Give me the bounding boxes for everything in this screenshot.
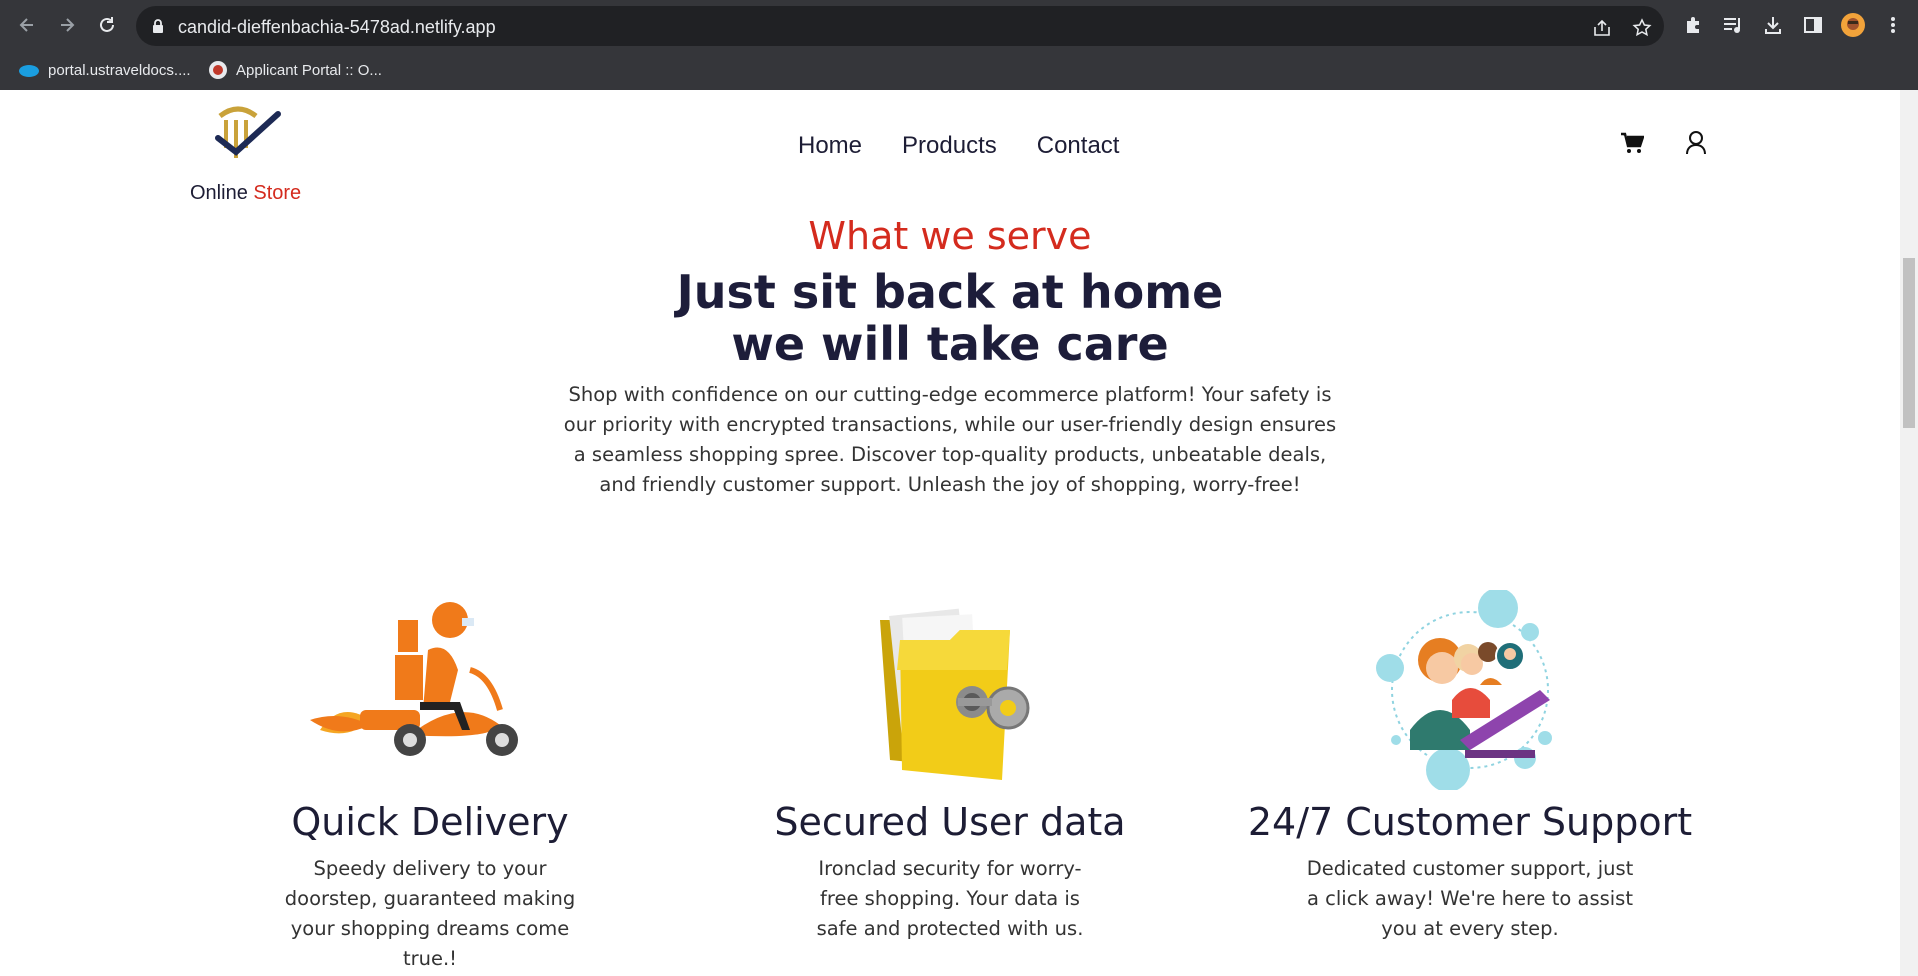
delivery-scooter-illustration — [170, 590, 690, 800]
feature-card-delivery: Quick Delivery Speedy delivery to your d… — [170, 590, 690, 974]
portal-seal-icon — [209, 61, 227, 79]
site-logo[interactable]: Online Store — [186, 102, 306, 204]
feature-text: Speedy delivery to your doorstep, guaran… — [284, 857, 576, 970]
bookmark-item[interactable]: Applicant Portal :: O... — [208, 58, 382, 82]
feature-title: 24/7 Customer Support — [1247, 800, 1693, 844]
page-headline: Just sit back at home we will take care — [676, 265, 1224, 371]
feature-text: Dedicated customer support, just a click… — [1306, 857, 1634, 940]
lock-icon — [152, 18, 164, 39]
feature-card-support: 24/7 Customer Support Dedicated customer… — [1210, 588, 1730, 944]
section-tag: What we serve — [808, 214, 1092, 258]
url-text: candid-dieffenbachia-5478ad.netlify.app — [178, 17, 496, 37]
feature-title: Secured User data — [774, 800, 1126, 844]
extensions-icon[interactable] — [1680, 12, 1706, 38]
download-icon[interactable] — [1760, 12, 1786, 38]
share-icon[interactable] — [1590, 16, 1614, 40]
main-nav: Home Products Contact — [798, 132, 1119, 160]
browser-menu-icon[interactable] — [1880, 12, 1906, 38]
side-panel-icon[interactable] — [1800, 12, 1826, 38]
page-scrollbar[interactable] — [1900, 90, 1918, 976]
feature-text: Ironclad security for worry-free shoppin… — [816, 857, 1084, 940]
intro-paragraph: Shop with confidence on our cutting-edge… — [563, 383, 1337, 496]
address-bar[interactable]: candid-dieffenbachia-5478ad.netlify.app — [136, 6, 1664, 46]
browser-toolbar: candid-dieffenbachia-5478ad.netlify.app — [0, 0, 1918, 50]
profile-avatar-icon[interactable] — [1840, 12, 1866, 38]
feature-card-security: Secured User data Ironclad security for … — [690, 590, 1210, 944]
bookmarks-bar: portal.ustraveldocs.... Applicant Portal… — [0, 50, 1918, 90]
browser-chrome: candid-dieffenbachia-5478ad.netlify.app — [0, 0, 1918, 90]
locked-folder-illustration — [690, 590, 1210, 800]
nav-products-link[interactable]: Products — [902, 132, 997, 160]
reload-button[interactable] — [92, 10, 122, 40]
logo-text: Online Store — [190, 182, 302, 204]
feature-title: Quick Delivery — [291, 800, 569, 844]
user-icon[interactable] — [1685, 130, 1707, 161]
media-queue-icon[interactable] — [1720, 12, 1746, 38]
forward-button[interactable] — [52, 10, 82, 40]
page-content: Online Store Home Products Contact What … — [0, 90, 1900, 976]
salesforce-cloud-icon — [19, 65, 39, 77]
logo-check-icon — [215, 106, 281, 158]
bookmark-item[interactable]: portal.ustraveldocs.... — [18, 58, 191, 82]
bookmark-star-icon[interactable] — [1630, 16, 1654, 40]
nav-home-link[interactable]: Home — [798, 132, 862, 160]
back-button[interactable] — [12, 10, 42, 40]
scrollbar-thumb[interactable] — [1903, 258, 1915, 428]
nav-contact-link[interactable]: Contact — [1037, 132, 1120, 160]
cart-icon[interactable] — [1620, 132, 1645, 159]
support-agents-illustration — [1210, 588, 1730, 800]
